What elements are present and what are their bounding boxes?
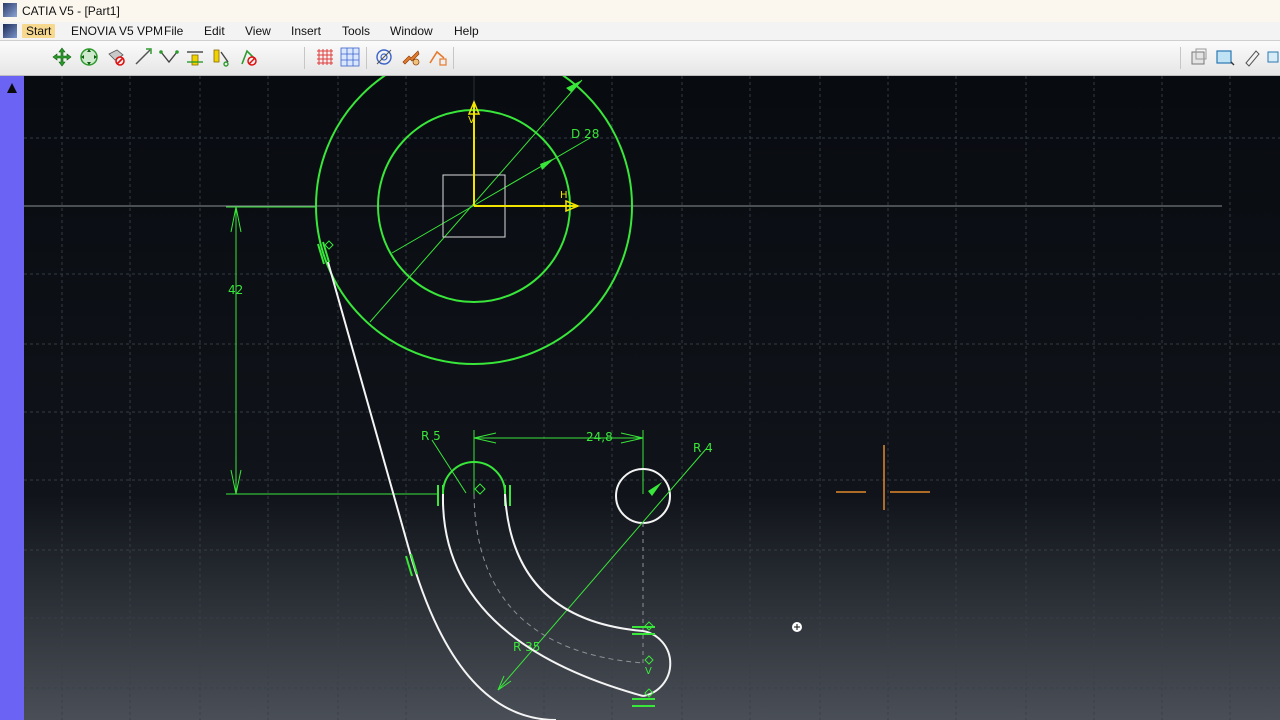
rotate-icon[interactable] [78, 46, 100, 68]
dimension-icon[interactable] [373, 46, 395, 68]
grid-icon[interactable] [314, 46, 336, 68]
catia-app-icon [3, 3, 17, 17]
r5-label[interactable]: R 5 [421, 429, 441, 443]
menu-window[interactable]: Window [390, 24, 433, 38]
line-tool-icon[interactable] [132, 46, 154, 68]
sketch-canvas[interactable]: D 28 H V 42 R 5 24,8 R 4 R 35 V [24, 76, 1280, 720]
toolbar [0, 41, 1280, 76]
horizontal-dimension-label[interactable]: 24,8 [586, 430, 613, 444]
profile-icon[interactable] [158, 46, 180, 68]
sketch-analysis-icon[interactable] [237, 46, 259, 68]
menu-file[interactable]: File [164, 24, 183, 38]
right-view-icon[interactable] [1188, 46, 1210, 68]
no-show-icon[interactable] [105, 46, 127, 68]
canvas-background [24, 76, 1280, 720]
r4-label[interactable]: R 4 [693, 441, 713, 455]
h-axis-label: H [560, 190, 568, 201]
menu-view[interactable]: View [245, 24, 271, 38]
menu-bar: Start ENOVIA V5 VPM File Edit View Inser… [0, 22, 1280, 41]
menu-enovia[interactable]: ENOVIA V5 VPM [71, 24, 163, 38]
menu-help[interactable]: Help [454, 24, 479, 38]
constraint-icon[interactable] [184, 46, 206, 68]
pointer-marker-icon [792, 622, 802, 632]
tool-icon[interactable] [400, 46, 422, 68]
toolbar-separator [1180, 47, 1181, 69]
height-dimension-label[interactable]: 42 [228, 283, 243, 297]
right-edit-icon[interactable] [1241, 46, 1263, 68]
toolbar-separator [366, 47, 367, 69]
window-titlebar: CATIA V5 - [Part1] [0, 0, 1280, 23]
window-title: CATIA V5 - [Part1] [22, 4, 120, 18]
left-panel-bar [0, 76, 24, 720]
menu-start[interactable]: Start [22, 24, 56, 38]
collapse-arrow-icon[interactable] [6, 82, 18, 94]
snap-to-point-icon[interactable] [339, 46, 361, 68]
pan-icon[interactable] [51, 46, 73, 68]
constraint-edit-icon[interactable] [427, 46, 449, 68]
sketch-drawing: D 28 H V 42 R 5 24,8 R 4 R 35 V [24, 76, 1280, 720]
v-axis-label: V [468, 115, 475, 126]
diameter-label[interactable]: D 28 [571, 127, 599, 141]
vertical-constraint-label: V [645, 666, 652, 677]
toolbar-separator [304, 47, 305, 69]
right-more-icon[interactable] [1266, 46, 1280, 68]
right-select-icon[interactable] [1214, 46, 1236, 68]
snap-icon[interactable] [210, 46, 232, 68]
toolbar-separator [453, 47, 454, 69]
document-menu-icon[interactable] [3, 24, 17, 38]
menu-tools[interactable]: Tools [342, 24, 370, 38]
menu-edit[interactable]: Edit [204, 24, 225, 38]
menu-insert[interactable]: Insert [291, 24, 321, 38]
